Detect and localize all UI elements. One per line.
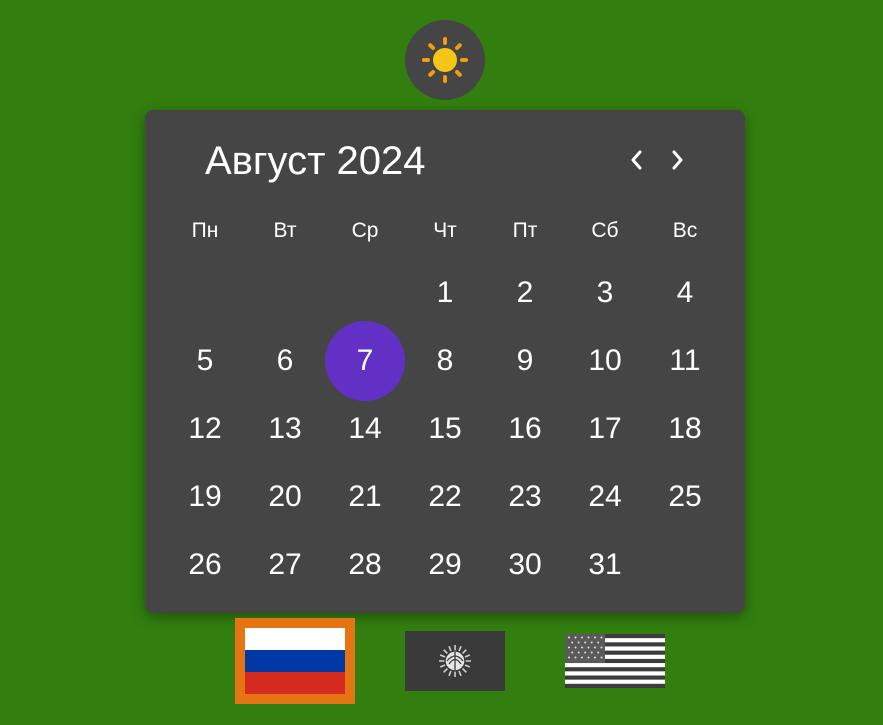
calendar-day[interactable]: 29 — [405, 531, 485, 599]
language-kg-button[interactable] — [405, 631, 505, 691]
calendar-day[interactable]: 21 — [325, 463, 405, 531]
calendar-day[interactable]: 12 — [165, 395, 245, 463]
calendar-day-number: 13 — [268, 412, 302, 445]
language-us-button[interactable] — [565, 634, 665, 688]
calendar-day[interactable]: 18 — [645, 395, 725, 463]
calendar-day-number: 7 — [356, 344, 374, 377]
calendar-day-number: 31 — [588, 548, 622, 581]
calendar-day-number: 26 — [188, 548, 222, 581]
calendar-day[interactable]: 10 — [565, 327, 645, 395]
calendar-day[interactable]: 13 — [245, 395, 325, 463]
language-ru-button[interactable] — [235, 618, 355, 704]
calendar-day[interactable]: 22 — [405, 463, 485, 531]
calendar-day-number: 1 — [436, 276, 454, 309]
calendar-panel: Август 2024 Пн Вт Ср Чт Пт Сб Вс 1234567… — [145, 110, 745, 613]
calendar-day[interactable]: 19 — [165, 463, 245, 531]
usa-flag-icon — [565, 634, 665, 688]
calendar-day-number: 11 — [669, 344, 701, 377]
russia-flag-icon — [245, 628, 345, 694]
calendar-day[interactable]: 1 — [405, 259, 485, 327]
calendar-day-number: 2 — [516, 276, 534, 309]
calendar-day-number: 19 — [188, 480, 222, 513]
calendar-day[interactable]: 30 — [485, 531, 565, 599]
weekday-label-mon: Пн — [191, 219, 219, 242]
calendar-day[interactable]: 27 — [245, 531, 325, 599]
calendar-day-number: 16 — [508, 412, 542, 445]
kyrgyzstan-flag-icon — [405, 631, 505, 691]
weekday-label-sun: Вс — [672, 219, 698, 242]
calendar-day-number: 23 — [508, 480, 542, 513]
calendar-day-number: 18 — [668, 412, 702, 445]
calendar-day-number: 24 — [588, 480, 622, 513]
calendar-day-selected[interactable]: 7 — [325, 321, 405, 401]
calendar-day-number: 25 — [668, 480, 702, 513]
calendar-day-number: 10 — [588, 344, 622, 377]
calendar-day[interactable]: 25 — [645, 463, 725, 531]
calendar-day[interactable]: 8 — [405, 327, 485, 395]
calendar-day-number: 5 — [196, 344, 214, 377]
calendar-day-number: 12 — [188, 412, 222, 445]
weekday-label-thu: Чт — [433, 219, 457, 242]
calendar-day-number: 29 — [428, 548, 462, 581]
calendar-day-number: 28 — [348, 548, 382, 581]
calendar-day-number: 17 — [588, 412, 622, 445]
calendar-day[interactable]: 26 — [165, 531, 245, 599]
calendar-day[interactable]: 31 — [565, 531, 645, 599]
weekday-label-sat: Сб — [591, 219, 619, 242]
calendar-day[interactable]: 28 — [325, 531, 405, 599]
calendar-day-number: 3 — [596, 276, 614, 309]
calendar-day-number: 6 — [276, 344, 294, 377]
calendar-day-number: 27 — [268, 548, 302, 581]
calendar-day[interactable]: 15 — [405, 395, 485, 463]
calendar-day-number: 21 — [348, 480, 382, 513]
calendar-day-number: 22 — [428, 480, 462, 513]
calendar-day[interactable]: 5 — [165, 327, 245, 395]
calendar-day[interactable]: 16 — [485, 395, 565, 463]
calendar-day[interactable]: 9 — [485, 327, 565, 395]
calendar-grid: Пн Вт Ср Чт Пт Сб Вс 1 2 3 4 5 6 7 8 9 10 11 12 13 14… — [165, 110, 725, 613]
calendar-day-number: 30 — [508, 548, 542, 581]
calendar-day-number: 15 — [428, 412, 462, 445]
calendar-day-number: 14 — [348, 412, 382, 445]
calendar-day[interactable]: 6 — [245, 327, 325, 395]
calendar-day-number: 8 — [436, 344, 454, 377]
calendar-day-number: 4 — [676, 276, 694, 309]
weekday-label-fri: Пт — [512, 219, 538, 242]
calendar-day-number: 20 — [268, 480, 302, 513]
calendar-day[interactable]: 20 — [245, 463, 325, 531]
calendar-day[interactable]: 3 — [565, 259, 645, 327]
calendar-day[interactable]: 11 — [645, 327, 725, 395]
calendar-day[interactable]: 14 — [325, 395, 405, 463]
calendar-day[interactable]: 24 — [565, 463, 645, 531]
sun-icon — [422, 37, 468, 83]
calendar-day[interactable]: 2 — [485, 259, 565, 327]
calendar-day[interactable]: 17 — [565, 395, 645, 463]
calendar-day[interactable]: 4 — [645, 259, 725, 327]
weekday-label-wed: Ср — [351, 219, 379, 242]
weekday-label-tue: Вт — [273, 219, 297, 242]
calendar-day[interactable]: 23 — [485, 463, 565, 531]
theme-toggle-button[interactable] — [405, 20, 485, 100]
calendar-day-number: 9 — [516, 344, 534, 377]
